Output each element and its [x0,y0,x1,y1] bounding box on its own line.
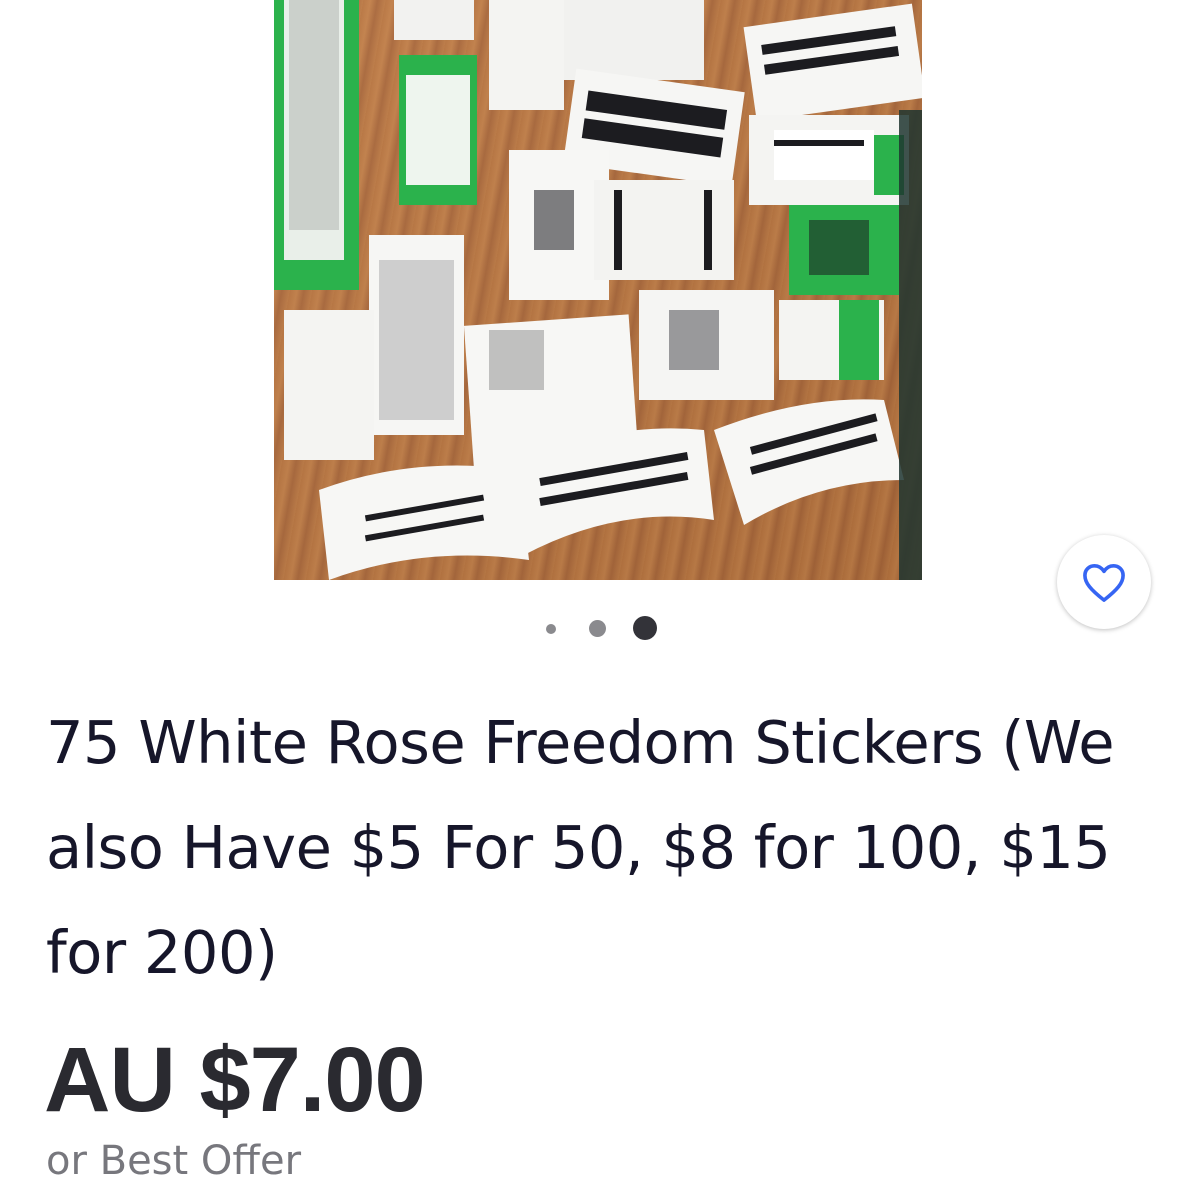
favorite-button[interactable] [1057,535,1151,629]
heart-outline-icon [1083,563,1125,602]
carousel-dot[interactable] [546,624,556,634]
carousel-dot-active[interactable] [633,616,657,640]
best-offer-note: or Best Offer [46,1138,302,1184]
carousel-dot[interactable] [589,620,606,637]
sticker-stacks-illustration [274,0,922,580]
product-image[interactable] [274,0,922,580]
listing-price: AU $7.00 [44,1029,426,1131]
image-carousel-indicator [540,616,670,640]
listing-title: 75 White Rose Freedom Stickers (We also … [46,708,1115,987]
